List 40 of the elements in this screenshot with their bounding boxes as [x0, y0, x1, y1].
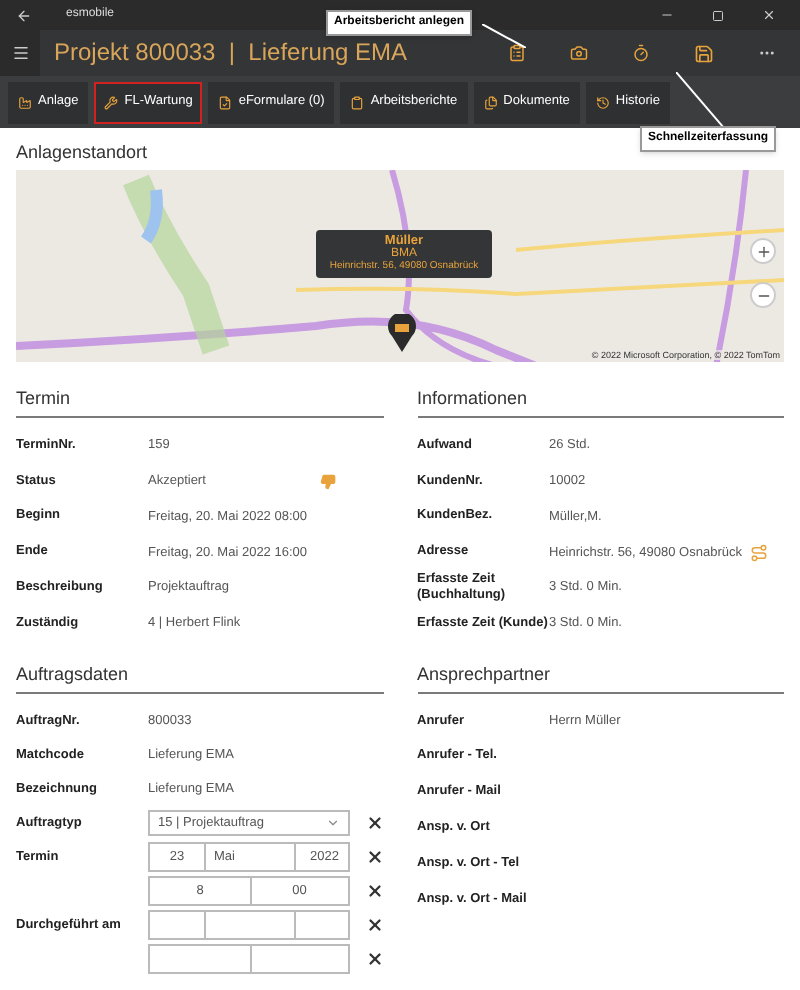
- map-pin-icon[interactable]: [388, 314, 416, 352]
- camera-icon[interactable]: [570, 44, 588, 62]
- menu-button[interactable]: [0, 30, 40, 76]
- close-icon: [365, 915, 383, 934]
- clear-button[interactable]: [365, 915, 383, 934]
- close-icon: [365, 813, 383, 832]
- close-icon: [365, 949, 383, 968]
- clipboard-icon: [350, 95, 365, 109]
- plus-icon: [755, 243, 771, 259]
- clipboard-icon[interactable]: [508, 44, 526, 62]
- thumbs-down-icon[interactable]: [319, 473, 335, 490]
- zoom-in-button[interactable]: [750, 238, 776, 264]
- leader-line: [676, 72, 724, 128]
- section-heading: Termin: [16, 390, 71, 408]
- clear-button[interactable]: [365, 847, 383, 866]
- maximize-icon[interactable]: [712, 9, 724, 21]
- section-heading: Informationen: [417, 390, 528, 408]
- close-icon: [365, 847, 383, 866]
- close-icon: [365, 881, 383, 900]
- documents-icon: [483, 95, 498, 109]
- section-heading: Auftragsdaten: [16, 665, 129, 684]
- back-icon[interactable]: [16, 7, 32, 23]
- page-title: Projekt 800033 | Lieferung EMA: [54, 39, 408, 67]
- close-icon[interactable]: [762, 8, 776, 22]
- section-heading: Anlagenstandort: [16, 144, 148, 162]
- document-check-icon: [218, 95, 233, 109]
- leader-line: [482, 24, 526, 48]
- factory-icon: [18, 95, 32, 109]
- chevron-down-icon: [325, 815, 339, 830]
- stopwatch-icon[interactable]: [632, 44, 650, 62]
- history-icon: [595, 95, 610, 109]
- save-icon[interactable]: [694, 43, 714, 63]
- clear-button[interactable]: [365, 949, 383, 968]
- menu-icon: [11, 44, 29, 62]
- clear-button[interactable]: [365, 881, 383, 900]
- zoom-out-button[interactable]: [750, 282, 776, 308]
- section-heading: Ansprechpartner: [417, 665, 551, 684]
- wrench-icon: [104, 95, 119, 109]
- minimize-icon[interactable]: [660, 8, 674, 22]
- clear-button[interactable]: [365, 813, 383, 832]
